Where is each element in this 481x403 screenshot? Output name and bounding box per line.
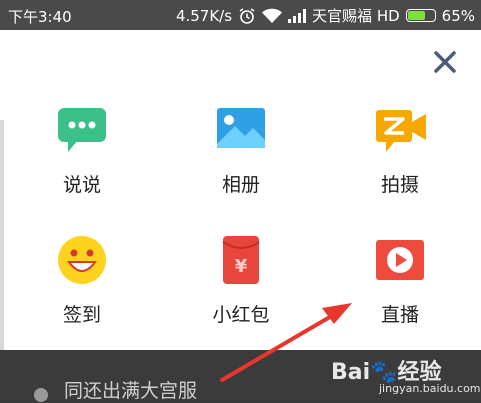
status-right: 4.57K/s 天官赐福 HD 65% — [176, 5, 475, 26]
alarm-icon — [238, 7, 256, 25]
status-bar: 下午3:40 4.57K/s 天官赐福 HD 65% — [0, 0, 481, 30]
photo-album-icon — [213, 102, 269, 158]
watermark-url: jingyan.baidu.com — [379, 382, 481, 395]
svg-text:¥: ¥ — [235, 256, 248, 277]
video-camera-icon — [372, 102, 428, 158]
smiley-icon — [54, 232, 110, 288]
background-edge — [0, 120, 4, 350]
menu-item-label: 说说 — [62, 174, 101, 196]
menu-item-label: 小红包 — [212, 304, 270, 326]
menu-item-label: 直播 — [380, 304, 419, 326]
menu-item-red-packet[interactable]: ¥ 小红包 — [181, 232, 301, 327]
close-icon[interactable] — [431, 48, 459, 76]
baidu-jingyan-watermark: Bai🐾经验 jingyan.baidu.com — [321, 354, 481, 398]
wifi-icon — [262, 8, 283, 24]
menu-item-shuoshuo[interactable]: 说说 — [22, 102, 142, 197]
menu-item-album[interactable]: 相册 — [181, 102, 301, 197]
share-menu-panel: 说说 相册 拍摄 签到 ¥ 小红包 直播 — [0, 30, 481, 350]
menu-item-label: 相册 — [221, 174, 260, 196]
menu-item-shoot[interactable]: 拍摄 — [340, 102, 460, 197]
status-time: 下午3:40 — [8, 8, 72, 26]
menu-item-label: 签到 — [62, 304, 101, 326]
chat-bubble-icon — [54, 102, 110, 158]
network-speed: 4.57K/s — [175, 6, 233, 25]
battery-icon — [405, 9, 436, 22]
menu-item-live[interactable]: 直播 — [340, 232, 460, 327]
red-envelope-icon: ¥ — [213, 232, 269, 288]
live-play-icon — [372, 232, 428, 288]
list-item-text: 同还出满大宫服 — [64, 380, 198, 402]
menu-item-label: 拍摄 — [380, 174, 419, 196]
signal-icon — [288, 8, 307, 23]
battery-percent: 65% — [441, 6, 475, 25]
carrier-name: 天官赐福 HD — [312, 7, 400, 25]
menu-item-checkin[interactable]: 签到 — [22, 232, 142, 327]
